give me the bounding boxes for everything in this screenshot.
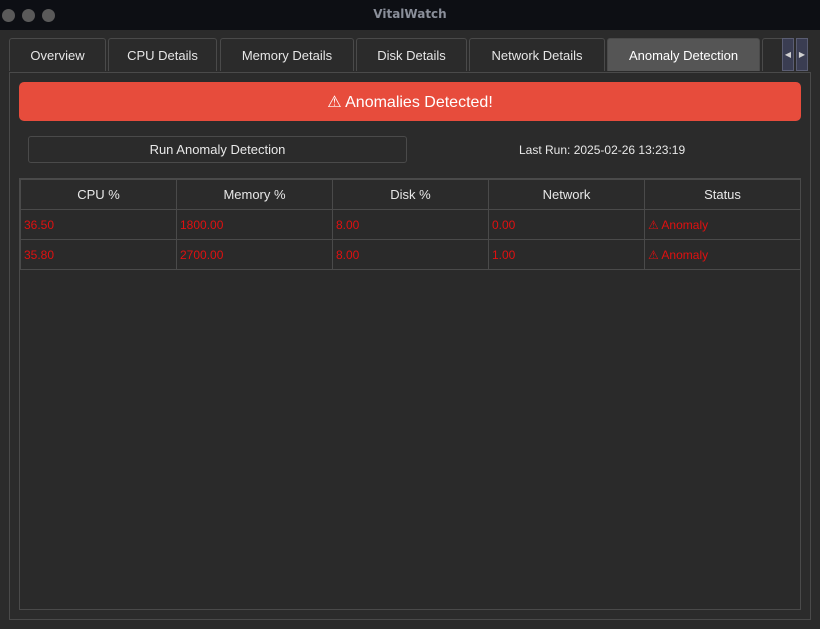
cell-memory[interactable]: 2700.00 — [176, 239, 333, 270]
anomaly-alert-banner: ⚠ Anomalies Detected! — [19, 82, 801, 121]
tab-anomaly-detection[interactable]: Anomaly Detection — [607, 38, 760, 71]
tab-cpu-details[interactable]: CPU Details — [108, 38, 217, 71]
cell-disk[interactable]: 8.00 — [332, 209, 489, 240]
window-title: VitalWatch — [373, 7, 447, 21]
column-header-disk[interactable]: Disk % — [332, 179, 489, 210]
triangle-right-icon: ▶ — [798, 50, 806, 59]
cell-cpu[interactable]: 35.80 — [20, 239, 177, 270]
tab-label: Network Details — [491, 47, 583, 63]
table-row[interactable]: 35.80 2700.00 8.00 1.00 ⚠ Anomaly — [20, 239, 801, 270]
tab-memory-details[interactable]: Memory Details — [220, 38, 354, 71]
tab-network-details[interactable]: Network Details — [469, 38, 605, 71]
tab-label: Anomaly Detection — [628, 47, 739, 63]
tab-label: Overview — [30, 47, 85, 63]
table-header-row: CPU % Memory % Disk % Network Status — [20, 179, 801, 210]
app-window: VitalWatch Overview CPU Details Memory D… — [0, 0, 820, 629]
column-header-cpu[interactable]: CPU % — [20, 179, 177, 210]
cell-cpu[interactable]: 36.50 — [20, 209, 177, 240]
tab-overview[interactable]: Overview — [9, 38, 106, 71]
column-header-memory[interactable]: Memory % — [176, 179, 333, 210]
tab-scroll-left-button[interactable]: ◀ — [782, 38, 794, 71]
tab-bar: Overview CPU Details Memory Details Disk… — [9, 38, 811, 72]
last-run-label: Last Run: 2025-02-26 13:23:19 — [519, 143, 686, 157]
triangle-left-icon: ◀ — [784, 50, 792, 59]
cell-memory[interactable]: 1800.00 — [176, 209, 333, 240]
run-anomaly-detection-button[interactable]: Run Anomaly Detection — [28, 136, 407, 163]
cell-status[interactable]: ⚠ Anomaly — [644, 239, 801, 270]
title-bar: VitalWatch — [0, 0, 820, 30]
cell-network[interactable]: 0.00 — [488, 209, 645, 240]
tab-label: Memory Details — [241, 47, 333, 63]
cell-network[interactable]: 1.00 — [488, 239, 645, 270]
run-button-label: Run Anomaly Detection — [149, 142, 286, 157]
column-header-network[interactable]: Network — [488, 179, 645, 210]
table-row[interactable]: 36.50 1800.00 8.00 0.00 ⚠ Anomaly — [20, 209, 801, 240]
tab-scroll-right-button[interactable]: ▶ — [796, 38, 808, 71]
tab-label: CPU Details — [127, 47, 198, 63]
tab-label: Disk Details — [377, 47, 446, 63]
column-header-status[interactable]: Status — [644, 179, 801, 210]
cell-disk[interactable]: 8.00 — [332, 239, 489, 270]
cell-status[interactable]: ⚠ Anomaly — [644, 209, 801, 240]
anomaly-table: CPU % Memory % Disk % Network Status 36.… — [19, 178, 801, 610]
tab-disk-details[interactable]: Disk Details — [356, 38, 467, 71]
banner-text: ⚠ Anomalies Detected! — [327, 93, 493, 111]
